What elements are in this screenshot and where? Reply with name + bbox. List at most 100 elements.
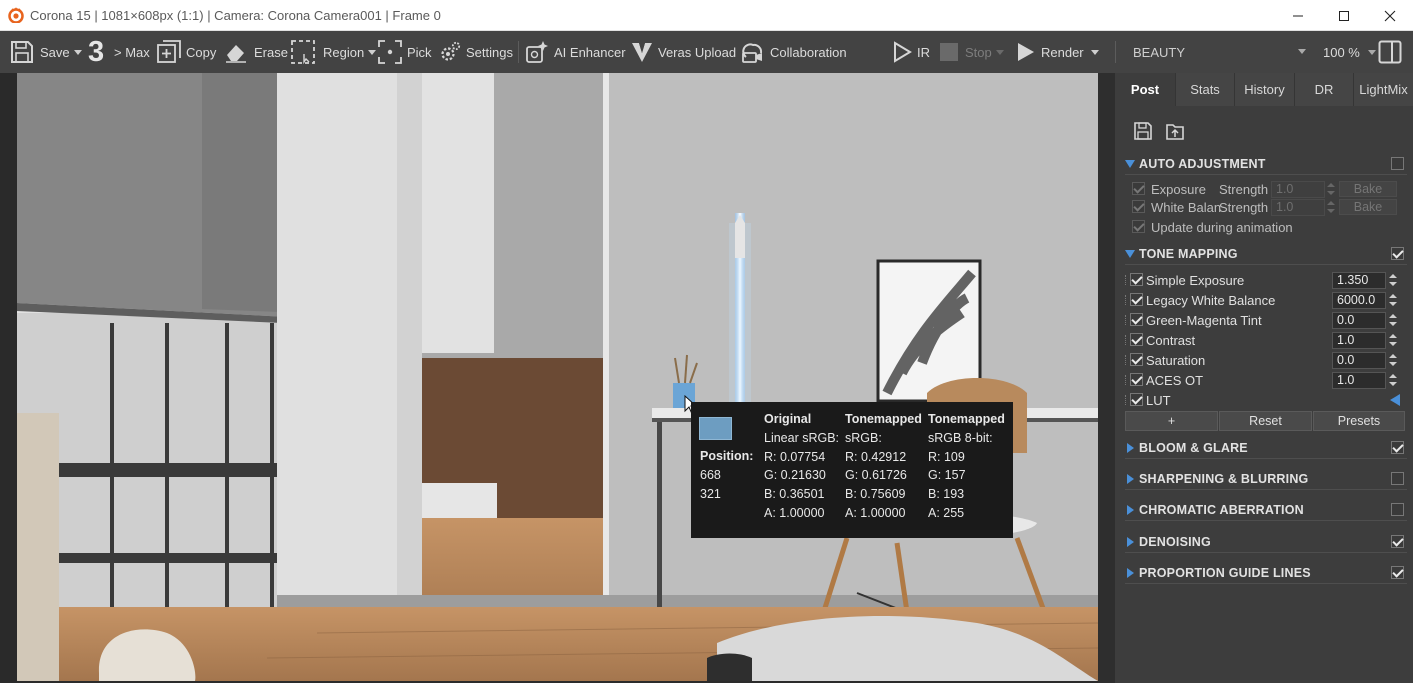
- pick-icon: [378, 40, 402, 64]
- collaboration-button[interactable]: Collaboration: [741, 31, 847, 73]
- wb-strength-spinner[interactable]: [1326, 199, 1336, 216]
- aces-ot-input[interactable]: 1.0: [1332, 372, 1386, 389]
- green-magenta-tint-spinner[interactable]: [1388, 312, 1398, 329]
- simple-exposure-spinner[interactable]: [1388, 272, 1398, 289]
- lut-label: LUT: [1146, 393, 1171, 408]
- settings-button[interactable]: Settings: [439, 31, 513, 73]
- exposure-strength-spinner[interactable]: [1326, 181, 1336, 198]
- bloom-glare-header[interactable]: BLOOM & GLARE: [1125, 438, 1407, 458]
- simple-exposure-input[interactable]: 1.350: [1332, 272, 1386, 289]
- render-button[interactable]: Render: [1016, 31, 1099, 73]
- drag-handle-icon[interactable]: [1125, 355, 1127, 365]
- collapse-arrow-icon[interactable]: [1390, 394, 1400, 406]
- denoising-header[interactable]: DENOISING: [1125, 532, 1407, 552]
- bake-white-balance-button[interactable]: Bake: [1339, 199, 1397, 215]
- contrast-spinner[interactable]: [1388, 332, 1398, 349]
- saturation-spinner[interactable]: [1388, 352, 1398, 369]
- exposure-strength-input[interactable]: 1.0: [1271, 181, 1325, 198]
- drag-handle-icon[interactable]: [1125, 335, 1127, 345]
- green-magenta-tint-input[interactable]: 0.0: [1332, 312, 1386, 329]
- load-preset-icon[interactable]: [1165, 121, 1185, 141]
- zoom-select[interactable]: 100 %: [1323, 31, 1376, 73]
- chevron-down-icon: [368, 49, 377, 55]
- pick-button[interactable]: Pick: [377, 31, 432, 73]
- drag-handle-icon[interactable]: [1125, 375, 1127, 385]
- saturation-input[interactable]: 0.0: [1332, 352, 1386, 369]
- green-magenta-tint-checkbox[interactable]: [1130, 313, 1143, 326]
- collapse-triangle-icon: [1127, 505, 1134, 515]
- rendered-image[interactable]: [17, 73, 1098, 681]
- channel-select[interactable]: BEAUTY: [1133, 31, 1308, 73]
- auto-white-balance-checkbox[interactable]: [1132, 200, 1145, 213]
- chevron-down-icon: [995, 49, 1004, 55]
- saturation-checkbox[interactable]: [1130, 353, 1143, 366]
- legacy-white-balance-checkbox[interactable]: [1130, 293, 1143, 306]
- chevron-down-icon: [1367, 49, 1376, 55]
- sharpening-blurring-header[interactable]: SHARPENING & BLURRING: [1125, 469, 1407, 489]
- maximize-button[interactable]: [1321, 0, 1367, 31]
- presets-button[interactable]: Presets: [1313, 411, 1405, 431]
- viewport-scrollbar[interactable]: [1098, 73, 1115, 683]
- tab-history[interactable]: History: [1235, 73, 1294, 106]
- erase-button[interactable]: Erase: [225, 31, 288, 73]
- tab-lightmix[interactable]: LightMix: [1354, 73, 1413, 106]
- contrast-checkbox[interactable]: [1130, 333, 1143, 346]
- close-button[interactable]: [1367, 0, 1413, 31]
- ir-button[interactable]: IR: [892, 31, 930, 73]
- aces-ot-checkbox[interactable]: [1130, 373, 1143, 386]
- drag-handle-icon[interactable]: [1125, 395, 1127, 405]
- auto-adjustment-header[interactable]: AUTO ADJUSTMENT: [1125, 154, 1407, 174]
- contrast-input[interactable]: 1.0: [1332, 332, 1386, 349]
- tone-mapping-toggle[interactable]: [1391, 247, 1404, 260]
- tonemapped-b: B: 0.75609: [845, 487, 906, 501]
- chromatic-aberration-header[interactable]: CHROMATIC ABERRATION: [1125, 500, 1407, 520]
- aces-ot-spinner[interactable]: [1388, 372, 1398, 389]
- max-button[interactable]: > Max: [114, 31, 150, 73]
- save-preset-icon[interactable]: [1133, 121, 1153, 141]
- tonemapped-8bit-r: R: 109: [928, 450, 965, 464]
- render-viewport[interactable]: Position: 668 321 Original Linear sRGB: …: [0, 73, 1115, 683]
- bake-exposure-button[interactable]: Bake: [1339, 181, 1397, 197]
- auto-exposure-checkbox[interactable]: [1132, 182, 1145, 195]
- wb-strength-input[interactable]: 1.0: [1271, 199, 1325, 216]
- add-operator-button[interactable]: +: [1125, 411, 1218, 431]
- eraser-icon: [226, 45, 246, 63]
- toggle-panel-button[interactable]: [1378, 31, 1402, 73]
- ai-enhancer-button[interactable]: AI Enhancer: [525, 31, 626, 73]
- stop-button[interactable]: Stop: [940, 31, 1004, 73]
- legacy-white-balance-input[interactable]: 6000.0: [1332, 292, 1386, 309]
- drag-handle-icon[interactable]: [1125, 295, 1127, 305]
- tonemapped-8bit-b: B: 193: [928, 487, 965, 501]
- tone-mapping-header[interactable]: TONE MAPPING: [1125, 244, 1407, 264]
- tab-post[interactable]: Post: [1115, 73, 1175, 106]
- section-divider: [1125, 174, 1407, 175]
- tab-dr[interactable]: DR: [1295, 73, 1353, 106]
- minimize-icon: [1293, 15, 1303, 16]
- reset-button[interactable]: Reset: [1219, 411, 1312, 431]
- panel-toggle-icon: [1378, 40, 1402, 64]
- simple-exposure-checkbox[interactable]: [1130, 273, 1143, 286]
- chromatic-aberration-toggle[interactable]: [1391, 503, 1404, 516]
- region-button[interactable]: Region: [290, 31, 377, 73]
- minimize-button[interactable]: [1275, 0, 1321, 31]
- bloom-glare-toggle[interactable]: [1391, 441, 1404, 454]
- collapse-triangle-icon: [1127, 443, 1134, 453]
- proportion-guide-lines-toggle[interactable]: [1391, 566, 1404, 579]
- tonemapped-r: R: 0.42912: [845, 450, 907, 464]
- sharpening-blurring-toggle[interactable]: [1391, 472, 1404, 485]
- legacy-white-balance-spinner[interactable]: [1388, 292, 1398, 309]
- drag-handle-icon[interactable]: [1125, 275, 1127, 285]
- copy-button[interactable]: Copy: [157, 31, 216, 73]
- veras-upload-button[interactable]: Veras Upload: [631, 31, 736, 73]
- tab-stats[interactable]: Stats: [1176, 73, 1234, 106]
- save-button[interactable]: Save: [9, 31, 82, 73]
- proportion-guide-lines-header[interactable]: PROPORTION GUIDE LINES: [1125, 563, 1407, 583]
- tonemapped-header: Tonemapped: [845, 412, 922, 426]
- lut-checkbox[interactable]: [1130, 393, 1143, 406]
- update-during-animation-checkbox[interactable]: [1132, 220, 1145, 233]
- tonemapped-8bit-header: Tonemapped: [928, 412, 1005, 426]
- saturation-label: Saturation: [1146, 353, 1206, 368]
- drag-handle-icon[interactable]: [1125, 315, 1127, 325]
- denoising-toggle[interactable]: [1391, 535, 1404, 548]
- auto-adjustment-toggle[interactable]: [1391, 157, 1404, 170]
